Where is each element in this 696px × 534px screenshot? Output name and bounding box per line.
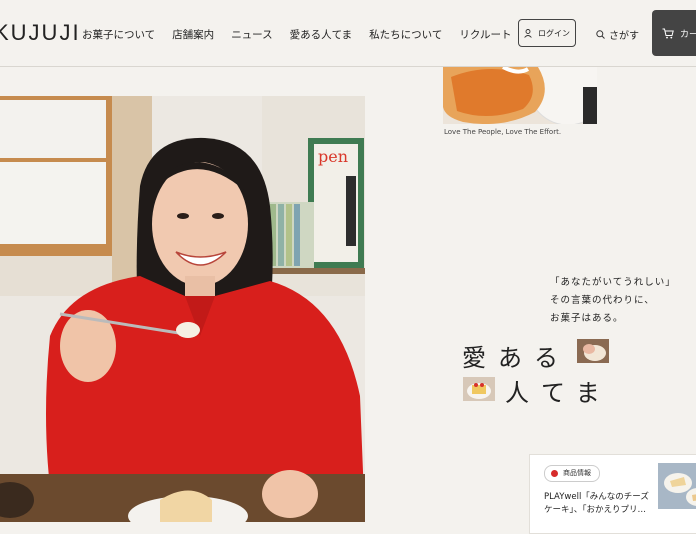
svg-text:pen: pen <box>318 147 348 166</box>
user-icon <box>524 28 532 38</box>
feature-message: 「あなたがいてうれしい」 その言葉の代わりに、 お菓子はある。 <box>550 274 676 328</box>
login-button[interactable]: ログイン <box>518 19 576 47</box>
search-button[interactable]: さがす <box>596 27 639 42</box>
search-icon <box>596 30 605 39</box>
nav-item-stores[interactable]: 店舗案内 <box>172 27 214 42</box>
search-label: さがす <box>609 31 639 42</box>
login-label: ログイン <box>538 28 570 38</box>
news-category-badge: 商品情報 <box>544 465 600 482</box>
pastry-image <box>443 67 597 124</box>
news-thumbnail <box>658 463 696 509</box>
site-logo[interactable]: KUJUJI <box>0 20 81 46</box>
nav-item-aiaru[interactable]: 愛ある人てま <box>290 27 352 42</box>
nav-item-news[interactable]: ニュース <box>231 27 272 42</box>
site-header: KUJUJI お菓子について 店舗案内 ニュース 愛ある人てま 私たちについて … <box>0 0 696 67</box>
feature-title-line1: 愛ある <box>462 344 570 372</box>
cart-icon <box>662 28 674 38</box>
hero-photo: pen <box>0 96 365 522</box>
cart-button[interactable]: カー <box>652 10 696 56</box>
nav-item-recruit[interactable]: リクルート <box>459 27 511 42</box>
news-category-label: 商品情報 <box>563 469 591 477</box>
main-nav: お菓子について 店舗案内 ニュース 愛ある人てま 私たちについて リクルート <box>82 27 529 42</box>
nav-item-about-us[interactable]: 私たちについて <box>369 27 442 42</box>
feature-title-line2: 人てま <box>505 379 612 407</box>
message-line: 「あなたがいてうれしい」 <box>550 277 676 288</box>
news-title: PLAYwell「みんなのチーズケーキ」、「おかえりプリ… <box>544 492 649 515</box>
feature-caption: Love The People, Love The Effort. <box>444 128 562 136</box>
cake-thumbnail <box>463 377 495 401</box>
message-line: お菓子はある。 <box>550 313 624 324</box>
news-card[interactable]: 商品情報 PLAYwell「みんなのチーズケーキ」、「おかえりプリ… <box>529 454 696 534</box>
cart-label: カー <box>680 29 696 40</box>
category-dot-icon <box>551 470 558 477</box>
sweets-thumbnail <box>577 339 609 363</box>
message-line: その言葉の代わりに、 <box>550 295 655 306</box>
nav-item-about-sweets[interactable]: お菓子について <box>82 27 155 42</box>
